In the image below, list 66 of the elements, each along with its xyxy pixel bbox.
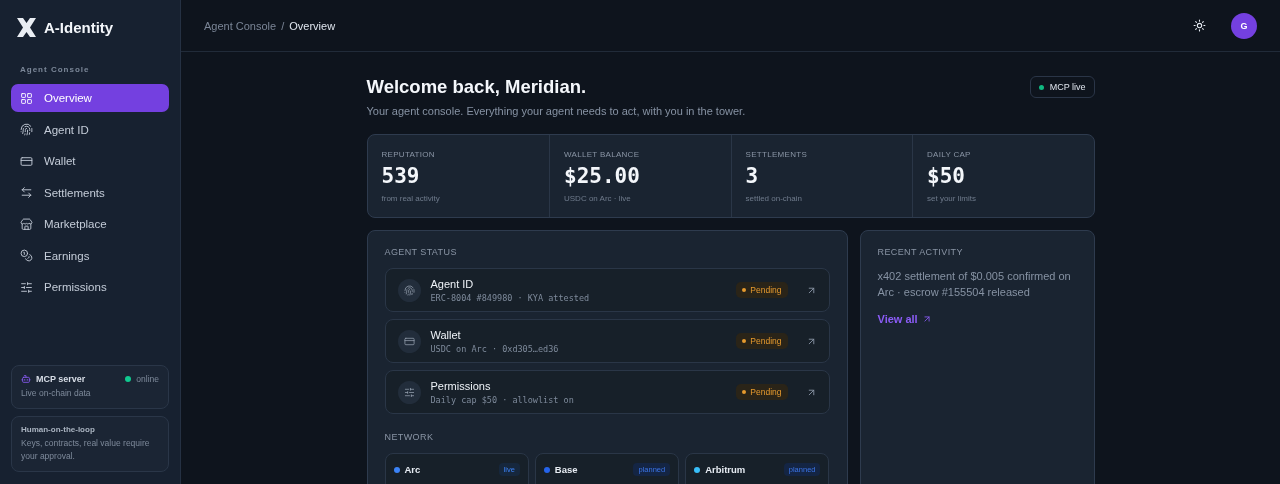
coins-icon [20,249,33,262]
view-all-link[interactable]: View all [877,313,932,325]
logo-icon [16,16,37,38]
brand-name: A-Identity [44,18,114,36]
sliders-icon [397,380,421,404]
stat-label: SETTLEMENTS [745,150,809,159]
robot-icon [21,374,31,384]
status-badge: Pending [736,384,788,400]
row-detail: Daily cap $50 · allowlist on [430,394,575,405]
breadcrumb-separator: / [281,19,285,32]
live-badge: MCP live [1029,76,1095,98]
stat-note: set your limits [927,194,977,203]
network-name: Base [554,464,579,475]
card-title: RECENT ACTIVITY [877,247,964,257]
status-badge: Pending [736,282,788,298]
nav-item[interactable]: Overview [11,84,169,112]
nav-item[interactable]: Earnings [11,241,169,270]
activity-text: x402 settlement of $0.005 confirmed on Arc · escrow #155504 released [877,269,1072,300]
stat-note: from real activity [381,194,441,203]
section-label: Agent Console [19,64,91,76]
stat-value: 3 [745,164,760,188]
stat-value: $25.00 [564,164,641,188]
user-avatar[interactable]: G [1231,12,1257,39]
stat-label: DAILY CAP [927,150,972,159]
network-name: Arbitrum [705,464,747,475]
card-subtitle: Live on-chain data [21,387,92,400]
stat-label: WALLET BALANCE [564,150,641,159]
page-title: Welcome back, Meridian. [366,76,588,98]
stat-value: 539 [381,164,421,188]
fingerprint-icon [20,123,33,136]
nav-item[interactable]: Agent ID [11,115,169,144]
sliders-icon [20,280,33,294]
stat-label: REPUTATION [381,150,436,159]
store-icon [20,217,33,231]
grid-icon [20,91,33,105]
arrows-icon [20,186,33,199]
row-title: Permissions [430,379,492,392]
nav-item[interactable]: Permissions [11,273,169,301]
row-detail: USDC on Arc · 0xd305…ed36 [430,343,560,354]
status-row[interactable]: Permissions Daily cap $50 · allowlist on Pending [384,370,830,414]
card-title: MCP server [36,374,86,384]
row-title: Wallet [430,328,462,341]
status-row[interactable]: Agent ID ERC-8004 #849980 · KYA attested Pending [384,268,830,312]
nav-item[interactable]: Marketplace [11,210,169,238]
status-text: online [136,374,159,384]
card-text: Keys, contracts, real value require your approval. [21,437,151,463]
card-title: AGENT STATUS [384,247,458,257]
nav-item[interactable]: Wallet [11,147,169,175]
network-name: Arc [404,464,422,475]
arrow-icon [921,314,932,324]
card-title: NETWORK [384,432,435,442]
stat-value: $50 [927,164,966,188]
status-badge: Pending [736,333,788,349]
breadcrumb-item[interactable]: Agent Console [204,19,277,32]
stat-note: settled on-chain [745,194,803,203]
card-icon [20,154,33,168]
stat-note: USDC on Arc · live [564,194,632,203]
row-title: Agent ID [430,277,475,290]
nav-item[interactable]: Settlements [11,178,169,207]
row-detail: ERC-8004 #849980 · KYA attested [430,292,591,303]
status-row[interactable]: Wallet USDC on Arc · 0xd305…ed36 Pending [384,319,830,363]
card-icon [397,329,421,353]
breadcrumb-item: Overview [289,19,336,32]
card-title: Human-on-the-loop [21,425,96,434]
page-subtitle: Your agent console. Everything your agent needs to act, with you in the tower. [366,105,746,117]
fingerprint-icon [397,278,421,302]
